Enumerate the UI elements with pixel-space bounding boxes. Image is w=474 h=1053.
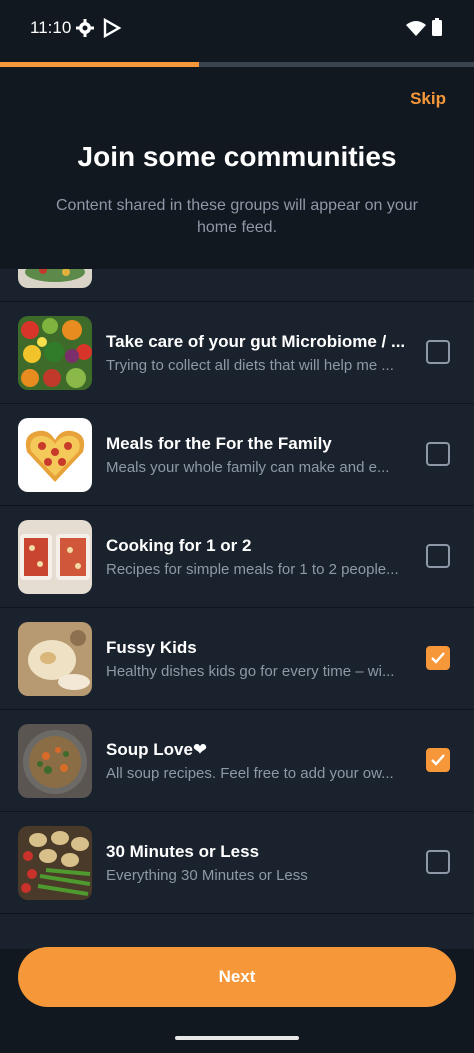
status-bar: 11:10 — [0, 0, 474, 56]
gear-icon — [75, 18, 95, 38]
community-title: Take care of your gut Microbiome / ... — [106, 332, 406, 351]
community-description: Everything 30 Minutes or Less — [106, 867, 308, 884]
community-description: Healthy dishes kids go for every time – … — [106, 663, 395, 680]
join-checkbox[interactable] — [426, 340, 450, 364]
community-list[interactable]: Take care of your gut Microbiome / ... T… — [0, 269, 474, 949]
vegetables-thumbnail — [18, 316, 92, 390]
list-item[interactable]: 30 Minutes or Less Everything 30 Minutes… — [0, 811, 474, 913]
soup-thumbnail — [18, 724, 92, 798]
flatbread-thumbnail — [18, 622, 92, 696]
page-title: Join some communities — [77, 141, 397, 172]
community-description: Recipes for simple meals for 1 to 2 peop… — [106, 561, 399, 578]
header: Skip Join some communities Content share… — [0, 67, 474, 269]
community-title: Fussy Kids — [106, 638, 197, 657]
status-time: 11:10 — [30, 18, 72, 37]
community-description: Trying to collect all diets that will he… — [106, 357, 394, 374]
skip-button[interactable]: Skip — [410, 89, 446, 109]
salad-thumbnail — [18, 269, 92, 288]
community-title: Cooking for 1 or 2 — [106, 536, 252, 555]
list-item[interactable]: Soup Love❤ All soup recipes. Feel free t… — [0, 709, 474, 811]
play-store-icon — [102, 17, 122, 39]
join-checkbox[interactable] — [426, 442, 450, 466]
next-button[interactable]: Next — [18, 947, 456, 1007]
join-checkbox[interactable] — [426, 850, 450, 874]
join-checkbox[interactable] — [426, 748, 450, 772]
navigation-bar — [0, 1027, 474, 1053]
battery-icon — [432, 18, 442, 36]
baked-dishes-thumbnail — [18, 520, 92, 594]
join-checkbox[interactable] — [426, 646, 450, 670]
potatoes-beans-thumbnail — [18, 826, 92, 900]
footer: Next — [0, 947, 474, 1027]
community-title: 30 Minutes or Less — [106, 842, 260, 861]
community-description: Meals your whole family can make and e..… — [106, 459, 390, 476]
list-item[interactable]: Meals for the For the Family Meals your … — [0, 403, 474, 505]
list-item-partial[interactable] — [0, 913, 474, 949]
page-subtitle: Content shared in these groups will appe… — [56, 197, 418, 236]
heart-pizza-thumbnail — [18, 418, 92, 492]
list-item[interactable]: Cooking for 1 or 2 Recipes for simple me… — [0, 505, 474, 607]
wifi-icon — [406, 20, 426, 36]
list-item-partial[interactable] — [0, 269, 474, 301]
join-checkbox[interactable] — [426, 544, 450, 568]
list-item[interactable]: Fussy Kids Healthy dishes kids go for ev… — [0, 607, 474, 709]
home-gesture-handle[interactable] — [175, 1036, 299, 1040]
community-title: Soup Love❤ — [106, 740, 208, 759]
community-description: All soup recipes. Feel free to add your … — [106, 765, 394, 782]
list-item[interactable]: Take care of your gut Microbiome / ... T… — [0, 301, 474, 403]
community-title: Meals for the For the Family — [106, 434, 332, 453]
